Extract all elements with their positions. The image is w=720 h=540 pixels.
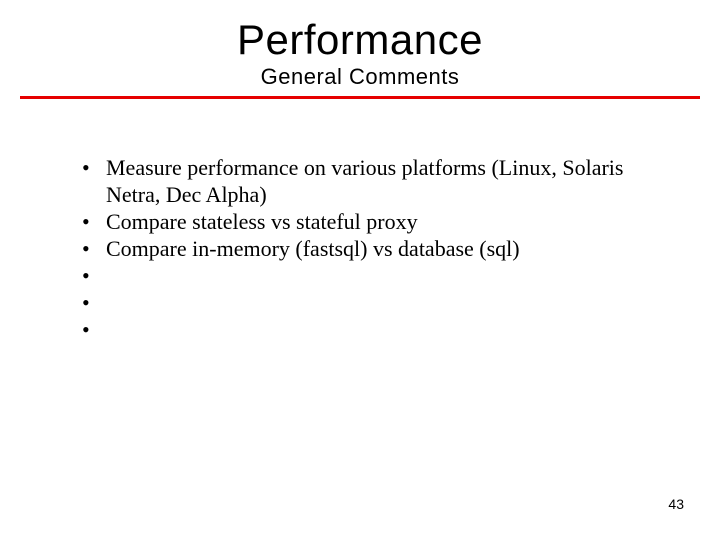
slide-subtitle: General Comments (0, 64, 720, 90)
slide-title: Performance (0, 18, 720, 62)
list-item (88, 263, 660, 290)
list-item (88, 290, 660, 317)
bullet-list: Measure performance on various platforms… (64, 155, 660, 344)
list-item: Measure performance on various platforms… (88, 155, 660, 209)
title-block: Performance General Comments (0, 0, 720, 90)
list-item (88, 317, 660, 344)
slide: Performance General Comments Measure per… (0, 0, 720, 540)
bullet-text: Measure performance on various platforms… (106, 155, 623, 207)
list-item: Compare stateless vs stateful proxy (88, 209, 660, 236)
list-item: Compare in-memory (fastsql) vs database … (88, 236, 660, 263)
content-area: Measure performance on various platforms… (0, 99, 720, 344)
bullet-text: Compare stateless vs stateful proxy (106, 209, 418, 234)
bullet-text: Compare in-memory (fastsql) vs database … (106, 236, 520, 261)
page-number: 43 (668, 496, 684, 512)
